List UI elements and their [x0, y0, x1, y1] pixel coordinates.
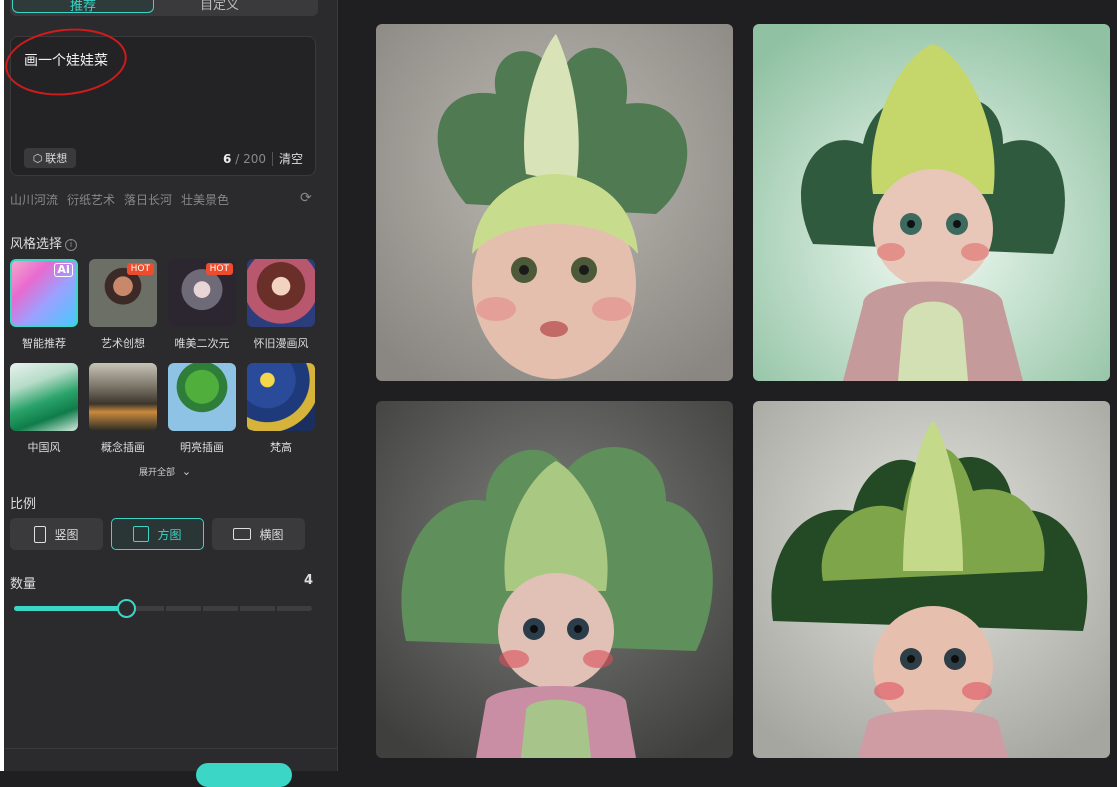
style-label: 中国风	[27, 441, 61, 454]
cube-icon: ⬡	[32, 151, 43, 165]
generate-button[interactable]	[196, 763, 292, 787]
style-item-art[interactable]: HOT 艺术创想	[89, 259, 157, 351]
style-thumb	[247, 363, 315, 431]
style-thumb: AI	[10, 259, 78, 327]
style-label: 智能推荐	[22, 337, 66, 350]
expand-all-label: 展开全部	[139, 468, 176, 478]
style-thumb: HOT	[89, 259, 157, 327]
suggestion-tag[interactable]: 衍纸艺术	[67, 191, 115, 208]
style-label: 怀旧漫画风	[253, 337, 309, 350]
associate-button[interactable]: ⬡ 联想	[24, 148, 76, 168]
hot-badge: HOT	[126, 263, 154, 275]
cabbage-doll-image	[753, 401, 1110, 758]
style-thumb	[89, 363, 157, 431]
tab-recommend-label: 推荐	[69, 0, 96, 14]
refresh-icon[interactable]: ⟳	[300, 190, 312, 206]
clear-button[interactable]: 清空	[279, 150, 303, 167]
style-label: 梵高	[270, 441, 292, 454]
info-icon[interactable]: i	[65, 239, 78, 251]
style-item-chinese[interactable]: 中国风	[10, 363, 78, 455]
landscape-ratio-icon	[233, 528, 252, 540]
tab-custom-label: 自定义	[200, 0, 240, 13]
style-thumb	[10, 363, 78, 431]
ratio-square-button[interactable]: 方图	[111, 518, 204, 550]
result-image[interactable]	[753, 24, 1110, 381]
quantity-section-title: 数量	[10, 577, 37, 592]
slider-tick	[164, 606, 166, 611]
ratio-label: 竖图	[54, 527, 79, 542]
red-annotation-circle	[1, 22, 131, 102]
slider-fill	[14, 606, 126, 611]
ratio-landscape-button[interactable]: 横图	[212, 518, 305, 550]
style-thumb: HOT	[168, 259, 236, 327]
tab-recommend[interactable]: 推荐	[12, 0, 154, 14]
suggestion-tags: 山川河流 衍纸艺术 落日长河 壮美景色	[10, 191, 229, 208]
square-ratio-icon	[133, 526, 150, 542]
style-item-retro-comic[interactable]: 怀旧漫画风	[247, 259, 315, 351]
style-section-title: 风格选择 i	[10, 233, 78, 252]
hot-badge: HOT	[205, 263, 233, 275]
style-item-concept[interactable]: 概念插画	[89, 363, 157, 455]
suggestion-tag[interactable]: 壮美景色	[181, 191, 229, 208]
suggestion-tag[interactable]: 山川河流	[10, 191, 58, 208]
char-count-current: 6	[223, 151, 232, 166]
slider-tick	[201, 606, 203, 611]
prompt-input[interactable]: 画一个娃娃菜 ⬡ 联想 6 / 200 清空	[1, 22, 316, 176]
style-thumb	[247, 259, 315, 327]
ratio-section-title: 比例	[10, 497, 37, 512]
char-counter: 6 / 200 清空	[223, 150, 303, 167]
style-label: 唯美二次元	[174, 337, 230, 350]
ai-badge: AI	[54, 263, 73, 277]
style-item-van-gogh[interactable]: 梵高	[247, 363, 315, 455]
cabbage-doll-image	[376, 401, 733, 758]
slider-tick	[275, 606, 277, 611]
char-count-max: 200	[243, 151, 266, 166]
results-area	[339, 0, 1117, 771]
quantity-value: 4	[304, 573, 314, 588]
result-image[interactable]	[376, 401, 733, 758]
sidebar: 推荐 自定义 画一个娃娃菜 ⬡ 联想 6 / 200 清空 山川河流 衍纸艺术 …	[1, 0, 338, 787]
slider-thumb[interactable]	[117, 599, 136, 618]
style-item-smart[interactable]: AI 智能推荐	[10, 259, 78, 351]
ratio-label: 横图	[259, 527, 284, 542]
style-item-bright[interactable]: 明亮插画	[168, 363, 236, 455]
ratio-portrait-button[interactable]: 竖图	[10, 518, 103, 550]
portrait-ratio-icon	[34, 525, 47, 543]
chevron-down-icon: ⌄	[181, 465, 192, 478]
ratio-label: 方图	[157, 527, 182, 542]
style-thumb	[168, 363, 236, 431]
suggestion-tag[interactable]: 落日长河	[124, 191, 172, 208]
style-title-label: 风格选择	[10, 237, 63, 252]
mode-tabs: 推荐 自定义	[10, 0, 318, 16]
divider	[271, 151, 273, 166]
style-label: 概念插画	[101, 441, 145, 454]
style-item-anime[interactable]: HOT 唯美二次元	[168, 259, 236, 351]
ratio-options: 竖图 方图 横图	[10, 518, 305, 550]
quantity-slider[interactable]	[14, 599, 312, 618]
slider-tick	[238, 606, 240, 611]
expand-all-button[interactable]: 展开全部 ⌄	[139, 465, 191, 478]
style-label: 明亮插画	[180, 441, 224, 454]
cabbage-doll-image	[753, 24, 1110, 381]
style-label: 艺术创想	[101, 337, 145, 350]
result-image[interactable]	[753, 401, 1110, 758]
associate-label: 联想	[45, 152, 68, 165]
cabbage-doll-image	[376, 24, 733, 381]
result-image[interactable]	[376, 24, 733, 381]
tab-custom[interactable]: 自定义	[200, 0, 300, 13]
